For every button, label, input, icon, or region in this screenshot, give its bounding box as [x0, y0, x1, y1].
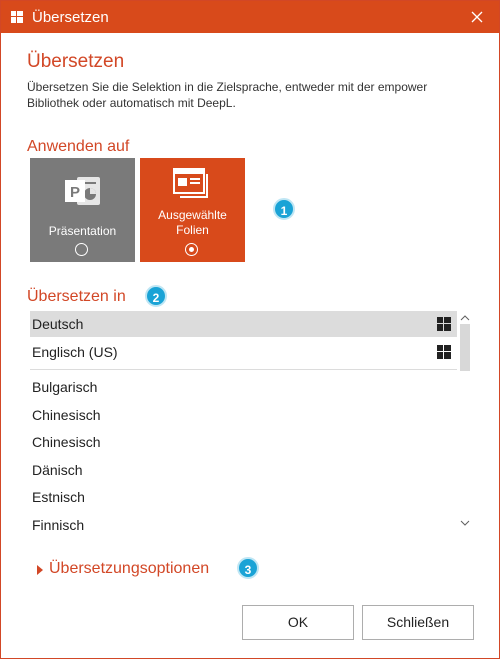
apply-to-heading: Anwenden auf [27, 138, 130, 155]
language-label: Bulgarisch [32, 379, 98, 395]
scroll-down-arrow[interactable] [459, 518, 471, 528]
language-label: Englisch (US) [32, 344, 118, 360]
expand-triangle-icon [37, 565, 43, 575]
list-divider [30, 369, 457, 370]
powerpoint-icon: P [65, 177, 100, 205]
language-item-estnisch[interactable]: Estnisch [30, 484, 457, 510]
scrollbar-thumb[interactable] [460, 324, 470, 371]
close-icon[interactable] [467, 7, 487, 27]
option-selected-slides-label-1: Ausgewählte [158, 208, 227, 222]
option-presentation-label: Präsentation [48, 224, 117, 238]
language-item-deutsch[interactable]: Deutsch [30, 311, 457, 337]
callout-badge-1: 1 [273, 198, 295, 220]
translation-options-label: Übersetzungsoptionen [49, 560, 210, 577]
empower-library-icon [437, 345, 451, 359]
option-presentation[interactable]: P Präsentation [30, 158, 135, 262]
option-selected-slides-label-2: Folien [176, 223, 209, 237]
translate-dialog: Übersetzen Übersetzen Übersetzen Sie die… [0, 0, 500, 659]
window-title: Übersetzen [32, 9, 109, 26]
title-bar: Übersetzen [1, 1, 499, 33]
empower-library-icon [437, 317, 451, 331]
language-item-daenisch[interactable]: Dänisch [30, 457, 457, 483]
language-item-chinesisch-2[interactable]: Chinesisch [30, 429, 457, 455]
language-item-chinesisch-1[interactable]: Chinesisch [30, 402, 457, 428]
ok-button[interactable]: OK [242, 605, 354, 640]
language-label: Chinesisch [32, 407, 101, 423]
svg-text:P: P [70, 184, 80, 201]
language-label: Dänisch [32, 462, 83, 478]
language-label: Finnisch [32, 517, 85, 533]
language-label: Estnisch [32, 489, 85, 505]
radio-presentation[interactable] [75, 243, 88, 256]
option-selected-slides[interactable]: Ausgewählte Folien [140, 158, 245, 262]
callout-badge-2: 2 [145, 285, 167, 307]
empower-app-icon [11, 11, 23, 23]
language-item-bulgarisch[interactable]: Bulgarisch [30, 374, 457, 400]
language-item-englisch-us[interactable]: Englisch (US) [30, 339, 457, 365]
radio-selected-slides[interactable] [185, 243, 198, 256]
dialog-description: Übersetzen Sie die Selektion in die Ziel… [27, 80, 428, 110]
callout-badge-3: 3 [237, 557, 259, 579]
slides-icon [173, 168, 208, 198]
translate-to-heading: Übersetzen in [27, 288, 126, 305]
close-button[interactable]: Schließen [362, 605, 474, 640]
language-label: Chinesisch [32, 434, 101, 450]
language-item-finnisch[interactable]: Finnisch [30, 512, 457, 538]
dialog-heading: Übersetzen [27, 51, 125, 72]
scroll-up-arrow[interactable] [459, 313, 471, 323]
language-label: Deutsch [32, 316, 84, 332]
